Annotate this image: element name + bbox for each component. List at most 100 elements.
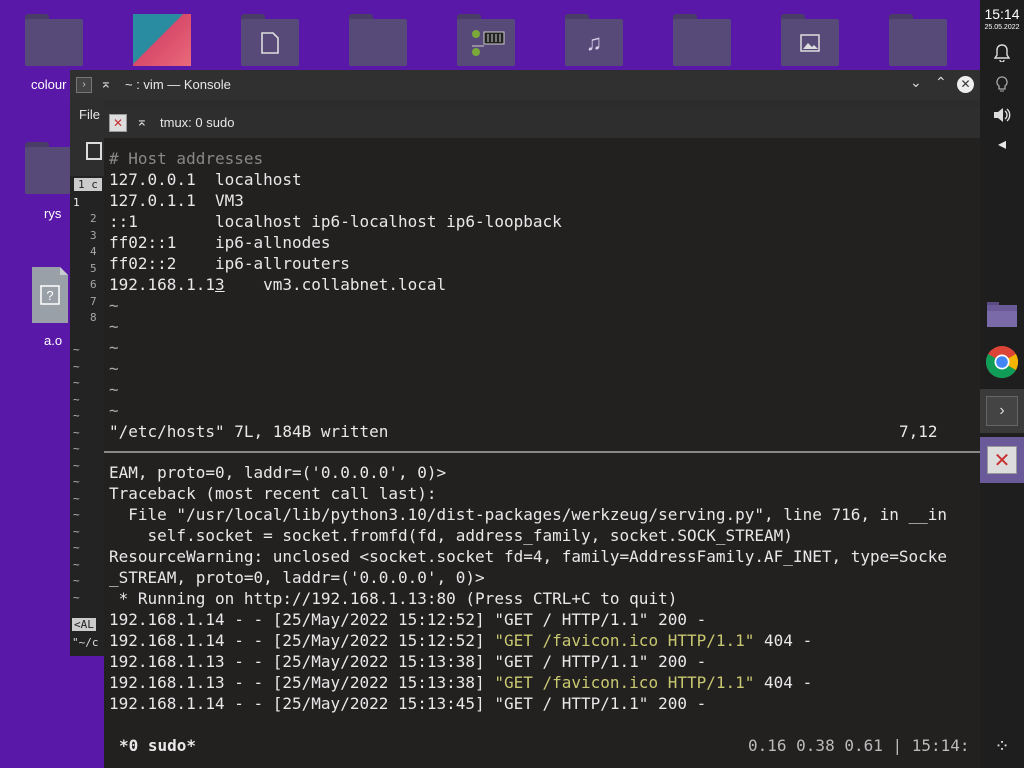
desktop-label-rys: rys xyxy=(44,206,62,221)
new-tab-icon[interactable] xyxy=(86,142,102,160)
log-status: 404 - xyxy=(754,673,813,692)
vim-cursor: 3 xyxy=(214,275,225,294)
vim-status-message: "/etc/hosts" 7L, 184B written xyxy=(109,422,389,441)
vim-cursor-position: 7,12 xyxy=(899,422,938,441)
vim-tilde-line: ~ xyxy=(109,401,119,420)
menu-file[interactable]: File xyxy=(79,107,100,122)
server-output-line: ResourceWarning: unclosed <socket.socket… xyxy=(109,547,948,566)
maximize-button[interactable]: ⌃ xyxy=(935,74,947,91)
line-number: 2 xyxy=(90,212,97,225)
lightbulb-icon[interactable] xyxy=(980,76,1024,99)
tilde-line: ~ xyxy=(73,359,80,373)
vim-mode-indicator: <AL xyxy=(72,618,96,631)
vim-line: ff02::1 ip6-allnodes xyxy=(109,233,331,252)
tmux-status-right: 0.16 0.38 0.61 | 15:14: xyxy=(748,736,970,755)
line-number: 8 xyxy=(90,311,97,324)
server-output-line: Traceback (most recent call last): xyxy=(109,484,437,503)
taskbar-file-manager[interactable] xyxy=(980,292,1024,336)
server-output-line: File "/usr/local/lib/python3.10/dist-pac… xyxy=(109,505,948,524)
pane-divider[interactable] xyxy=(104,451,980,453)
vim-buffer: 127.0.0.1 localhost 127.0.1.1 VM3::1 loca… xyxy=(109,169,562,274)
desktop-file-a-o[interactable]: ? xyxy=(31,266,69,324)
tmux-window-list[interactable]: *0 sudo* xyxy=(119,735,196,756)
x-window-icon: ✕ xyxy=(987,446,1017,474)
tilde-line: ~ xyxy=(73,541,80,554)
volume-icon[interactable] xyxy=(980,106,1024,129)
tilde-line: ~ xyxy=(73,475,80,488)
minimize-button[interactable]: ⌄ xyxy=(910,74,922,91)
desktop-folder-documents[interactable] xyxy=(241,14,299,66)
tilde-line: ~ xyxy=(73,557,80,571)
line-number: 1 xyxy=(73,196,80,209)
log-request: "GET / HTTP/1.1" xyxy=(494,610,649,629)
vim-line: ff02::2 ip6-allrouters xyxy=(109,254,350,273)
keep-above-icon[interactable]: ⌅ xyxy=(100,75,112,92)
tilde-line: ~ xyxy=(73,392,80,406)
image-icon xyxy=(781,19,839,66)
log-request: "GET /favicon.ico HTTP/1.1" xyxy=(494,631,755,650)
desktop-folder-pictures[interactable] xyxy=(781,14,839,66)
document-icon xyxy=(241,19,299,66)
clock-time[interactable]: 15:14 xyxy=(980,6,1024,22)
tilde-line: ~ xyxy=(73,425,80,439)
vim-empty-lines: ~ ~ ~ ~ ~ ~ xyxy=(109,295,119,421)
tilde-line: ~ xyxy=(73,574,80,587)
vim-line-text: 192.168.1.1 xyxy=(109,275,215,294)
desktop-label-colour: colour xyxy=(31,77,67,92)
vim-tilde-line: ~ xyxy=(109,317,119,336)
music-icon: ♫ xyxy=(585,29,603,55)
tilde-line: ~ xyxy=(73,376,80,389)
log-status: 200 - xyxy=(648,694,707,713)
konsole-app-icon: › xyxy=(76,77,92,93)
desktop-folder[interactable] xyxy=(673,14,731,66)
vim-line: 127.0.0.1 localhost xyxy=(109,170,302,189)
log-prefix: 192.168.1.13 - - [25/May/2022 15:13:38] xyxy=(109,673,495,692)
log-request: "GET /favicon.ico HTTP/1.1" xyxy=(494,673,755,692)
log-line: 192.168.1.14 - - [25/May/2022 15:13:45] … xyxy=(109,693,812,714)
log-prefix: 192.168.1.13 - - [25/May/2022 15:13:38] xyxy=(109,652,495,671)
chrome-icon xyxy=(985,346,1019,379)
line-numbers: 2 3 4 5 6 7 8 xyxy=(90,211,97,327)
x-window-icon: ✕ xyxy=(109,114,127,132)
panel-settings-icon[interactable]: ⁘ xyxy=(980,736,1024,757)
archive-icon xyxy=(457,19,515,66)
vim-line: 127.0.1.1 VM3 xyxy=(109,191,244,210)
log-prefix: 192.168.1.14 - - [25/May/2022 15:13:45] xyxy=(109,694,495,713)
desktop-folder-colour[interactable] xyxy=(25,14,83,66)
log-prefix: 192.168.1.14 - - [25/May/2022 15:12:52] xyxy=(109,631,495,650)
tilde-line: ~ xyxy=(73,458,80,472)
desktop-image-thumbnail[interactable] xyxy=(133,14,191,66)
desktop-folder-archive[interactable] xyxy=(457,14,515,66)
taskbar-tmux[interactable]: ✕ xyxy=(980,437,1024,483)
desktop-folder-music[interactable]: ♫ xyxy=(565,14,623,66)
folder-icon xyxy=(987,302,1017,327)
desktop-folder[interactable] xyxy=(889,14,947,66)
close-button[interactable]: ✕ xyxy=(957,76,974,93)
expand-tray-icon[interactable]: ◂ xyxy=(980,134,1024,154)
server-access-log: 192.168.1.14 - - [25/May/2022 15:12:52] … xyxy=(109,609,812,714)
server-output-line: _STREAM, proto=0, laddr=('0.0.0.0', 0)> xyxy=(109,568,485,587)
keep-above-icon[interactable]: ⌅ xyxy=(136,113,148,130)
vim-tilde-line: ~ xyxy=(109,359,119,378)
vim-tab-label: 1 c xyxy=(74,178,102,191)
taskbar-chrome[interactable] xyxy=(980,340,1024,384)
tilde-line: ~ xyxy=(73,409,80,422)
line-number: 3 xyxy=(90,228,97,242)
tilde-line: ~ xyxy=(73,590,80,604)
tilde-line: ~ xyxy=(73,442,80,455)
log-line: 192.168.1.13 - - [25/May/2022 15:13:38] … xyxy=(109,651,812,672)
konsole-titlebar[interactable]: › ⌅ ~ : vim — Konsole ⌄ ⌃ ✕ xyxy=(70,70,980,100)
tilde-line: ~ xyxy=(73,343,80,356)
konsole-menubar: File xyxy=(70,100,104,176)
notifications-icon[interactable] xyxy=(980,44,1024,67)
tmux-window: ✕ ⌅ tmux: 0 sudo # Host addresses 127.0.… xyxy=(104,108,980,768)
terminal-icon: › xyxy=(986,396,1018,426)
tmux-titlebar[interactable]: ✕ ⌅ tmux: 0 sudo xyxy=(104,108,980,138)
line-number: 4 xyxy=(90,245,97,258)
server-output-line: self.socket = socket.fromfd(fd, address_… xyxy=(109,526,793,545)
line-number: 7 xyxy=(90,294,97,308)
taskbar-konsole[interactable]: › xyxy=(980,389,1024,433)
desktop-folder[interactable] xyxy=(349,14,407,66)
konsole-partial-terminal: 1 c 1 2 3 4 5 6 7 8 ~ ~ ~ ~ ~ ~ ~ ~ ~ ~ ~ ~ ~ ~ ~ ~ <AL "~/c xyxy=(70,176,104,656)
log-request: "GET / HTTP/1.1" xyxy=(494,694,649,713)
